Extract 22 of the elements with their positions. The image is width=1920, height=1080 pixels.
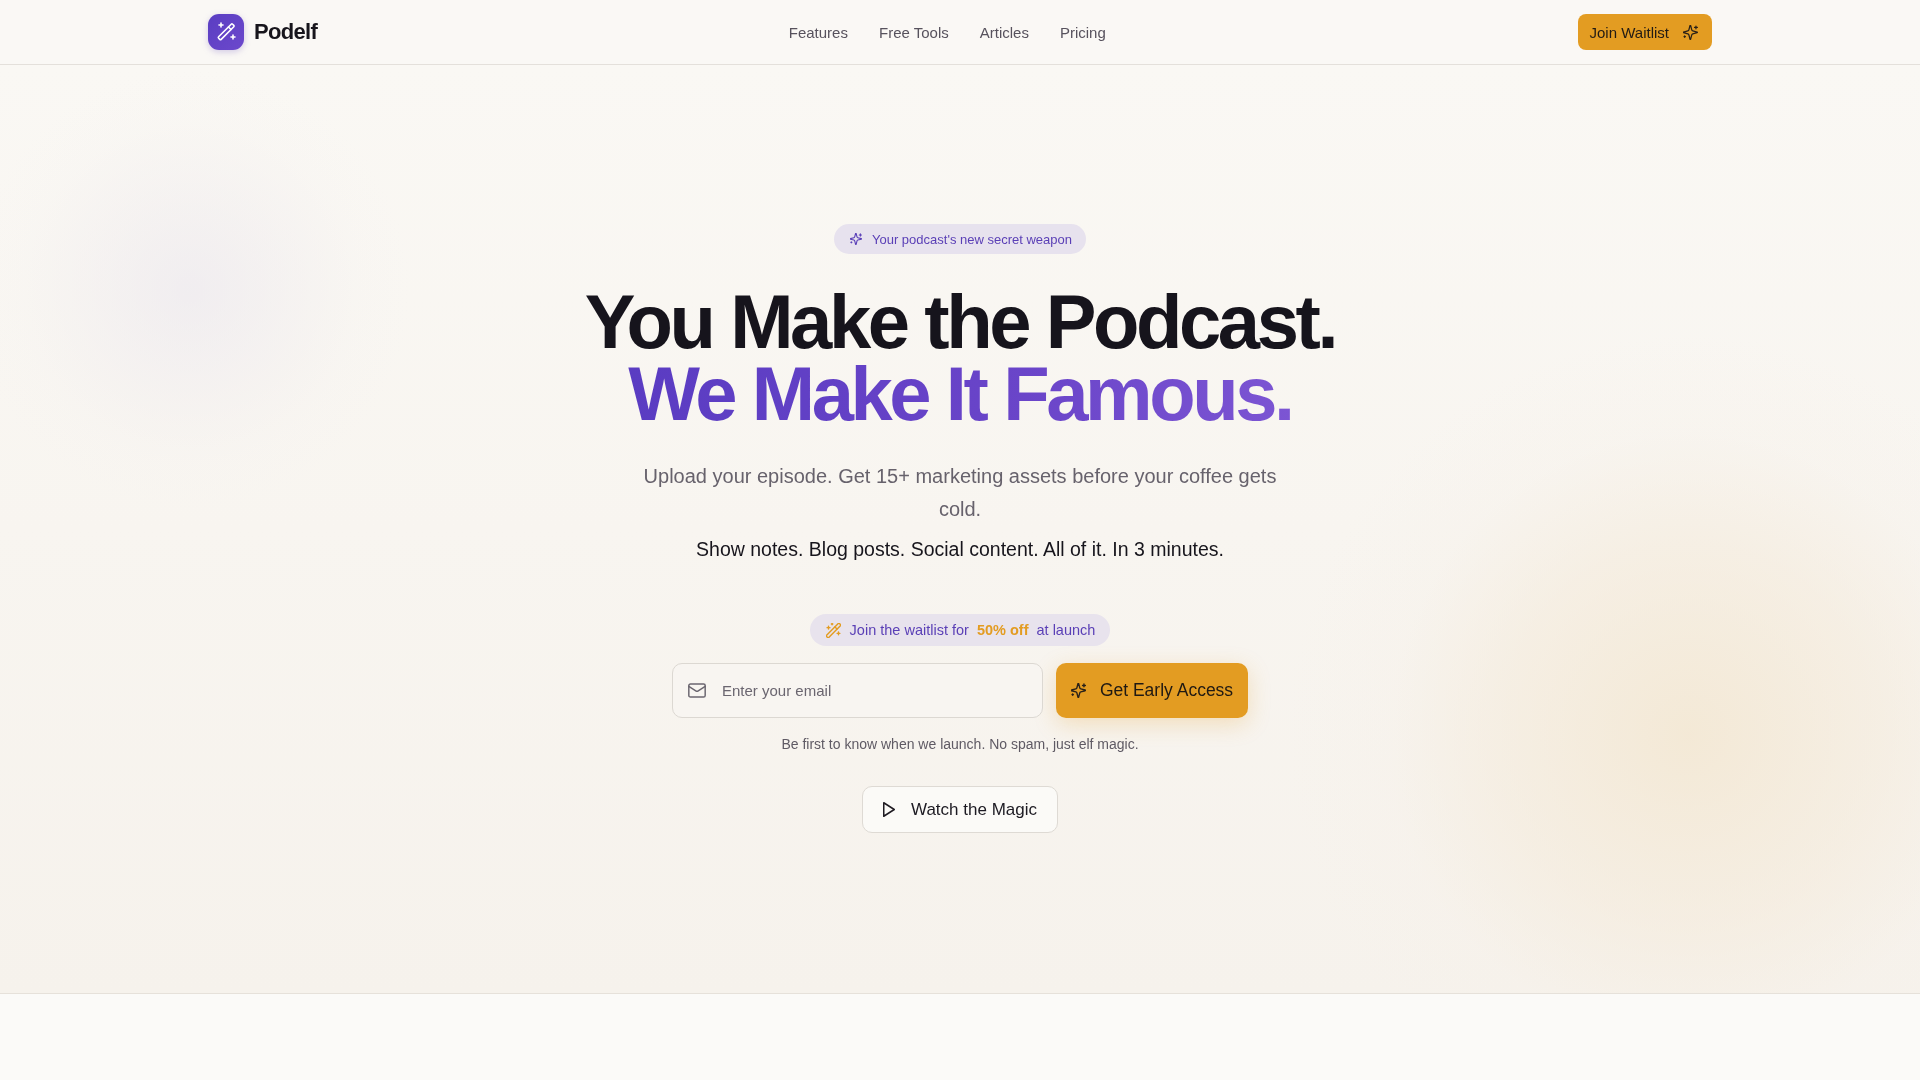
magic-wand-icon (825, 622, 841, 638)
nav-link[interactable]: Free Tools (878, 23, 949, 41)
nav-link[interactable]: Articles (979, 23, 1029, 41)
sparkles-icon (850, 233, 862, 245)
play-icon (883, 802, 895, 817)
badge-text: Your podcast's new secret weapon (872, 231, 1072, 247)
nav-link[interactable]: Pricing (1059, 23, 1106, 41)
email-field[interactable]: Enter your email (672, 663, 1043, 718)
brand-name: Podelf (254, 19, 318, 45)
tagline-text: Show notes. Blog posts. Social content. All of it. In 3 minutes. (696, 537, 1224, 562)
sparkles-icon (1683, 24, 1698, 40)
mail-icon (688, 683, 706, 698)
waitlist-note: Be first to know when we launch. No spam, just elf magic. (781, 735, 1139, 754)
offer-text: Join the waitlist for 50% off at launch (849, 622, 1096, 638)
get-early-access-button[interactable]: Get Early Access (1056, 663, 1248, 718)
sparkles-icon (1070, 683, 1086, 698)
join-waitlist-button[interactable]: Join Waitlist (1577, 14, 1712, 50)
headline-text: You Make the Podcast. (584, 286, 1336, 358)
nav-link[interactable]: Features (788, 23, 848, 41)
magic-wand-logo-icon (208, 14, 244, 50)
watch-video-button[interactable]: Watch the Magic (862, 786, 1058, 833)
subtitle-text: Upload your episode. Get 15+ marketing assets before your coffee gets cold. (642, 464, 1278, 522)
